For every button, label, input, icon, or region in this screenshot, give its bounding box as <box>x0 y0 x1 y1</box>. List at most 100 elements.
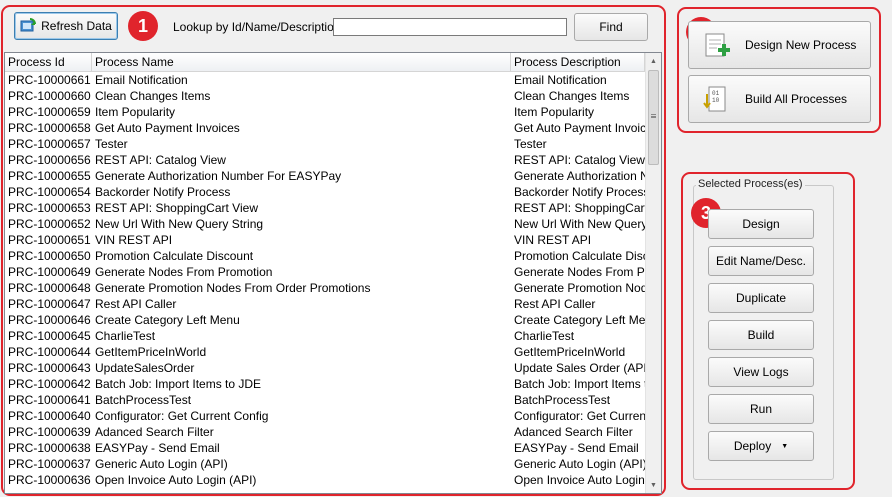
process-id-cell: PRC-10000643 <box>8 361 91 375</box>
table-row[interactable]: PRC-10000655 Generate Authorization Numbe… <box>5 168 645 184</box>
table-row[interactable]: PRC-10000641 BatchProcessTest BatchProcess… <box>5 392 645 408</box>
process-name-cell: Backorder Notify Process <box>95 185 231 199</box>
process-id-cell: PRC-10000654 <box>8 185 91 199</box>
process-id-cell: PRC-10000636 <box>8 473 91 487</box>
process-name-cell: GetItemPriceInWorld <box>95 345 207 359</box>
dropdown-arrow-icon: ▼ <box>781 442 789 450</box>
selected-process-title: Selected Process(es) <box>696 178 805 190</box>
process-name-cell: REST API: ShoppingCart View <box>95 201 258 215</box>
table-row[interactable]: PRC-10000657 Tester Tester <box>5 136 645 152</box>
process-id-cell: PRC-10000637 <box>8 457 91 471</box>
table-row[interactable]: PRC-10000646 Create Category Left Menu Cre… <box>5 312 645 328</box>
process-description-cell: BatchProcessTest <box>514 393 611 407</box>
process-grid: Process Id Process Name Process Descript… <box>4 52 662 494</box>
process-id-cell: PRC-10000641 <box>8 393 91 407</box>
process-description-cell: Item Popularity <box>514 105 595 119</box>
process-description-cell: Email Notification <box>514 73 607 87</box>
run-button[interactable]: Run <box>708 394 814 424</box>
build-all-processes-button[interactable]: 01 10 Build All Processes <box>688 75 871 123</box>
lookup-search-input[interactable] <box>333 18 567 36</box>
table-row[interactable]: PRC-10000651 VIN REST API VIN REST API <box>5 232 645 248</box>
grid-rows: PRC-10000661 Email Notification Email Noti… <box>5 72 645 488</box>
table-row[interactable]: PRC-10000652 New Url With New Query Strin… <box>5 216 645 232</box>
process-id-cell: PRC-10000642 <box>8 377 91 391</box>
process-description-cell: Rest API Caller <box>514 297 596 311</box>
process-name-cell: Generate Promotion Nodes From Order Prom… <box>95 281 371 295</box>
table-row[interactable]: PRC-10000656 REST API: Catalog View REST A… <box>5 152 645 168</box>
column-header-process-description[interactable]: Process Description <box>511 53 645 71</box>
scrollbar-thumb[interactable] <box>648 70 659 165</box>
build-all-icon: 01 10 <box>703 84 731 114</box>
process-description-cell: Backorder Notify Process <box>514 185 645 199</box>
table-row[interactable]: PRC-10000640 Configurator: Get Current Co… <box>5 408 645 424</box>
process-id-cell: PRC-10000655 <box>8 169 91 183</box>
process-description-cell: Adanced Search Filter <box>514 425 633 439</box>
process-id-cell: PRC-10000650 <box>8 249 91 263</box>
process-name-cell: VIN REST API <box>95 233 173 247</box>
design-button[interactable]: Design <box>708 209 814 239</box>
process-id-cell: PRC-10000656 <box>8 153 91 167</box>
table-row[interactable]: PRC-10000638 EASYPay - Send Email EASYPay … <box>5 440 645 456</box>
process-description-cell: Clean Changes Items <box>514 89 630 103</box>
annotation-badge-1: 1 <box>128 11 158 41</box>
process-description-cell: VIN REST API <box>514 233 592 247</box>
table-row[interactable]: PRC-10000639 Adanced Search Filter Adanced… <box>5 424 645 440</box>
table-row[interactable]: PRC-10000636 Open Invoice Auto Login (API… <box>5 472 645 488</box>
build-all-processes-label: Build All Processes <box>745 92 848 106</box>
process-id-cell: PRC-10000651 <box>8 233 91 247</box>
table-row[interactable]: PRC-10000653 REST API: ShoppingCart View R… <box>5 200 645 216</box>
column-header-process-id[interactable]: Process Id <box>5 53 92 71</box>
duplicate-button[interactable]: Duplicate <box>708 283 814 313</box>
process-name-cell: Generate Nodes From Promotion <box>95 265 273 279</box>
svg-text:01: 01 <box>712 90 720 97</box>
process-description-cell: Generate Nodes From Pror <box>514 265 645 279</box>
process-name-cell: Create Category Left Menu <box>95 313 240 327</box>
process-id-cell: PRC-10000661 <box>8 73 91 87</box>
process-name-cell: Generic Auto Login (API) <box>95 457 228 471</box>
process-name-cell: Tester <box>95 137 128 151</box>
grid-header: Process Id Process Name Process Descript… <box>5 53 645 72</box>
table-row[interactable]: PRC-10000649 Generate Nodes From Promotio… <box>5 264 645 280</box>
process-name-cell: BatchProcessTest <box>95 393 192 407</box>
vertical-scrollbar[interactable]: ▲ ▼ <box>645 53 661 493</box>
process-description-cell: Update Sales Order (API) <box>514 361 645 375</box>
table-row[interactable]: PRC-10000650 Promotion Calculate Discount… <box>5 248 645 264</box>
table-row[interactable]: PRC-10000642 Batch Job: Import Items to J… <box>5 376 645 392</box>
scroll-up-arrow-icon[interactable]: ▲ <box>646 53 661 69</box>
process-name-cell: UpdateSalesOrder <box>95 361 195 375</box>
table-row[interactable]: PRC-10000659 Item Popularity Item Populari… <box>5 104 645 120</box>
table-row[interactable]: PRC-10000637 Generic Auto Login (API) Gene… <box>5 456 645 472</box>
process-name-cell: New Url With New Query String <box>95 217 264 231</box>
table-row[interactable]: PRC-10000648 Generate Promotion Nodes Fro… <box>5 280 645 296</box>
table-row[interactable]: PRC-10000645 CharlieTest CharlieTest <box>5 328 645 344</box>
table-row[interactable]: PRC-10000660 Clean Changes Items Clean Cha… <box>5 88 645 104</box>
table-row[interactable]: PRC-10000661 Email Notification Email Noti… <box>5 72 645 88</box>
table-row[interactable]: PRC-10000654 Backorder Notify Process Back… <box>5 184 645 200</box>
refresh-data-button[interactable]: Refresh Data <box>14 12 118 40</box>
edit-name-desc-button[interactable]: Edit Name/Desc. <box>708 246 814 276</box>
table-row[interactable]: PRC-10000658 Get Auto Payment Invoices Get… <box>5 120 645 136</box>
process-id-cell: PRC-10000638 <box>8 441 91 455</box>
column-header-process-name[interactable]: Process Name <box>92 53 511 71</box>
process-name-cell: Open Invoice Auto Login (API) <box>95 473 257 487</box>
process-description-cell: Generate Promotion Nodes <box>514 281 645 295</box>
view-logs-button[interactable]: View Logs <box>708 357 814 387</box>
process-description-cell: Configurator: Get Current C <box>514 409 645 423</box>
process-description-cell: CharlieTest <box>514 329 575 343</box>
process-description-cell: New Url With New Query S <box>514 217 645 231</box>
process-name-cell: CharlieTest <box>95 329 156 343</box>
process-name-cell: REST API: Catalog View <box>95 153 226 167</box>
table-row[interactable]: PRC-10000643 UpdateSalesOrder Update Sales… <box>5 360 645 376</box>
process-name-cell: Clean Changes Items <box>95 89 211 103</box>
process-description-cell: Tester <box>514 137 547 151</box>
scroll-down-arrow-icon[interactable]: ▼ <box>646 477 661 493</box>
table-row[interactable]: PRC-10000644 GetItemPriceInWorld GetItemPr… <box>5 344 645 360</box>
design-new-process-button[interactable]: Design New Process <box>688 21 871 69</box>
process-id-cell: PRC-10000653 <box>8 201 91 215</box>
build-button[interactable]: Build <box>708 320 814 350</box>
process-id-cell: PRC-10000639 <box>8 425 91 439</box>
refresh-icon <box>20 18 37 34</box>
find-button[interactable]: Find <box>574 13 648 41</box>
deploy-dropdown-button[interactable]: Deploy ▼ <box>708 431 814 461</box>
table-row[interactable]: PRC-10000647 Rest API Caller Rest API Call… <box>5 296 645 312</box>
